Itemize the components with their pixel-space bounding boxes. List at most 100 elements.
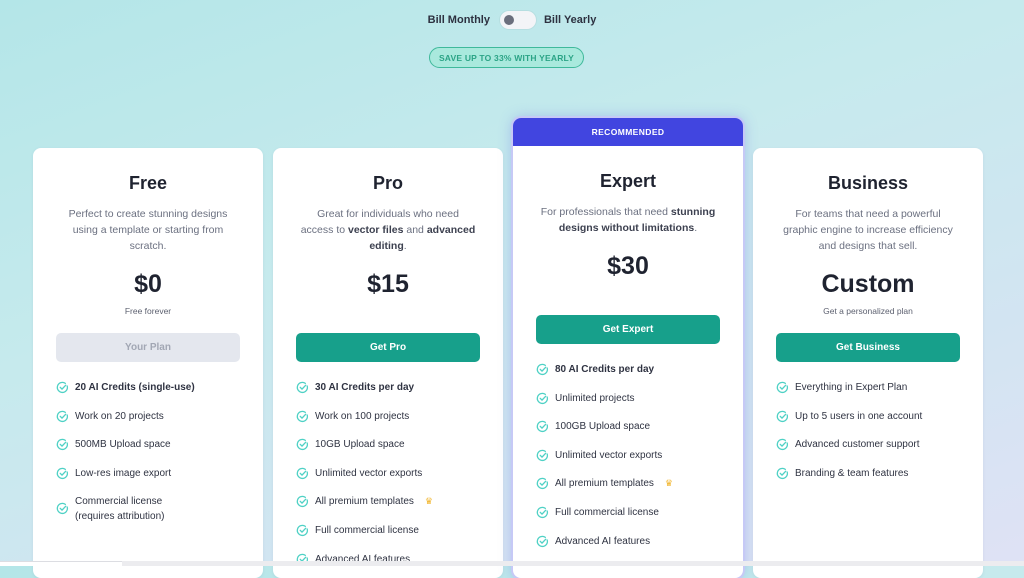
desc-text: . <box>694 222 698 234</box>
check-circle-icon <box>296 438 309 451</box>
feature-item: 20 AI Credits (single-use) <box>56 380 240 395</box>
crown-icon: ♛ <box>664 478 673 489</box>
bill-monthly-label[interactable]: Bill Monthly <box>428 14 490 26</box>
feature-item: 100GB Upload space <box>536 419 720 434</box>
check-circle-icon <box>296 467 309 479</box>
feature-item: 500MB Upload space <box>56 437 240 452</box>
feature-item: Everything in Expert Plan <box>776 380 960 395</box>
check-circle-icon <box>536 363 549 376</box>
feature-text: 10GB Upload space <box>315 439 405 451</box>
feature-text: Full commercial license <box>315 524 419 536</box>
feature-item: Branding & team features <box>776 466 960 481</box>
check-circle-icon <box>536 420 549 433</box>
bottom-scroll-bar <box>0 561 1024 566</box>
feature-item: Full commercial license <box>536 505 720 520</box>
plan-description: Great for individuals who need access to… <box>301 206 476 254</box>
feature-text: All premium templates <box>555 478 654 490</box>
bottom-tab <box>0 561 122 566</box>
check-circle-icon <box>536 392 549 404</box>
plan-price-note: Get a personalized plan <box>823 306 913 316</box>
feature-text: Commercial license (requires attribution… <box>75 496 165 523</box>
feature-item: Advanced customer support <box>776 437 960 452</box>
check-circle-icon <box>56 438 69 451</box>
bill-yearly-label[interactable]: Bill Yearly <box>544 14 596 26</box>
plan-title: Free <box>128 173 168 193</box>
check-circle-icon <box>296 524 309 537</box>
check-circle-icon <box>296 496 309 508</box>
plan-title: Pro <box>372 173 403 193</box>
feature-item: Work on 20 projects <box>56 409 240 424</box>
check-circle-icon <box>296 410 309 422</box>
desc-text: and <box>403 224 427 236</box>
check-circle-icon <box>776 410 789 422</box>
check-circle-icon <box>776 467 789 479</box>
save-yearly-badge: SAVE UP TO 33% WITH YEARLY <box>429 47 584 68</box>
plan-card-expert: RECOMMENDED Expert For professionals tha… <box>513 118 743 578</box>
plan-card-free: Free Perfect to create stunning designs … <box>33 148 263 578</box>
check-circle-icon <box>56 467 69 479</box>
feature-item: Commercial license (requires attribution… <box>56 494 240 524</box>
feature-item: Up to 5 users in one account <box>776 409 960 424</box>
feature-item: Work on 100 projects <box>296 409 480 424</box>
feature-text: 20 AI Credits (single-use) <box>75 382 195 393</box>
check-circle-icon <box>56 381 69 394</box>
feature-text: Full commercial license <box>555 506 659 518</box>
billing-toggle-row: Bill Monthly Bill Yearly <box>0 11 1024 29</box>
plan-title: Expert <box>599 171 657 191</box>
feature-item: Unlimited vector exports <box>536 448 720 463</box>
feature-list: 20 AI Credits (single-use) Work on 20 pro… <box>56 380 240 524</box>
feature-text: 80 AI Credits per day <box>555 364 655 375</box>
your-plan-button[interactable]: Your Plan <box>56 333 240 362</box>
check-circle-icon <box>56 503 69 515</box>
feature-text: All premium templates <box>315 496 414 508</box>
feature-text: Advanced AI features <box>555 535 651 547</box>
plan-price: $0 <box>134 270 162 298</box>
plan-description: Perfect to create stunning designs using… <box>68 208 228 252</box>
plan-description: For professionals that need stunning des… <box>541 204 716 236</box>
desc-text: . <box>403 240 407 252</box>
plan-price: $15 <box>367 270 409 298</box>
plan-price-note: Free forever <box>124 306 172 316</box>
feature-text: 30 AI Credits per day <box>315 382 415 393</box>
check-circle-icon <box>536 506 549 519</box>
feature-text: Work on 100 projects <box>315 410 410 422</box>
feature-text: Everything in Expert Plan <box>795 382 908 393</box>
feature-text: Unlimited projects <box>555 392 635 404</box>
feature-text: Work on 20 projects <box>75 410 164 422</box>
plan-card-pro: Pro Great for individuals who need acces… <box>273 148 503 578</box>
feature-item: All premium templates ♛ <box>536 476 720 491</box>
feature-item: Advanced AI features <box>536 534 720 549</box>
feature-text: Up to 5 users in one account <box>795 410 923 422</box>
plan-price: Custom <box>821 270 915 298</box>
plan-price: $30 <box>607 252 649 280</box>
plan-title: Business <box>827 173 909 193</box>
feature-item: Full commercial license <box>296 523 480 538</box>
check-circle-icon <box>296 381 309 394</box>
desc-emphasis: vector files <box>348 224 404 236</box>
toggle-knob <box>503 15 514 25</box>
check-circle-icon <box>536 535 549 547</box>
feature-item: Unlimited vector exports <box>296 466 480 481</box>
feature-text: Unlimited vector exports <box>555 449 663 461</box>
desc-text: For professionals that need <box>540 206 671 218</box>
feature-text: 500MB Upload space <box>75 439 171 451</box>
check-circle-icon <box>776 438 789 451</box>
billing-period-toggle[interactable] <box>499 11 536 29</box>
get-business-button[interactable]: Get Business <box>776 333 960 362</box>
feature-item: 10GB Upload space <box>296 437 480 452</box>
feature-item: 30 AI Credits per day <box>296 380 480 395</box>
feature-item: 80 AI Credits per day <box>536 362 720 377</box>
feature-text: Advanced customer support <box>795 439 920 451</box>
check-circle-icon <box>776 381 789 394</box>
feature-text: Branding & team features <box>795 467 909 479</box>
feature-list: Everything in Expert Plan Up to 5 users i… <box>776 380 960 481</box>
check-circle-icon <box>536 449 549 461</box>
get-pro-button[interactable]: Get Pro <box>296 333 480 362</box>
feature-list: 80 AI Credits per day Unlimited projects 1… <box>536 362 720 549</box>
crown-icon: ♛ <box>424 496 433 507</box>
feature-item: Unlimited projects <box>536 391 720 406</box>
get-expert-button[interactable]: Get Expert <box>536 315 720 344</box>
feature-text: Unlimited vector exports <box>315 467 423 479</box>
plan-description: For teams that need a powerful graphic e… <box>783 208 953 252</box>
plan-card-business: Business For teams that need a powerful … <box>753 148 983 578</box>
